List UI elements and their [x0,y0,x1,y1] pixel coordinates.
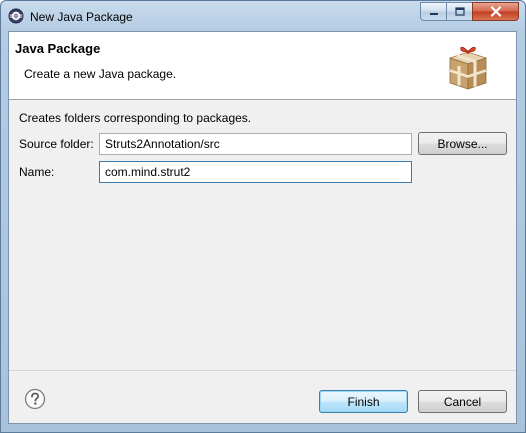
page-description: Creates folders corresponding to package… [19,111,252,125]
dialog-client-area: Java Package Create a new Java package. … [8,31,517,424]
title-bar[interactable]: New Java Package [1,1,525,31]
footer-separator [9,370,516,371]
close-icon [490,6,501,17]
dialog-window: New Java Package Java Package Create a n… [0,0,526,433]
window-title: New Java Package [30,10,133,24]
browse-button[interactable]: Browse... [418,132,507,155]
minimize-button[interactable] [420,2,446,21]
banner-title: Java Package [15,41,101,56]
help-icon[interactable] [24,388,46,410]
banner-description: Create a new Java package. [24,67,177,81]
eclipse-app-icon [8,8,24,24]
cancel-button[interactable]: Cancel [418,390,507,413]
name-label: Name: [19,165,55,179]
source-folder-label: Source folder: [19,137,94,151]
source-folder-input[interactable] [99,133,412,155]
maximize-icon [454,7,465,16]
package-icon [448,46,488,90]
name-input[interactable] [99,161,412,183]
maximize-button[interactable] [446,2,472,21]
wizard-banner: Java Package Create a new Java package. [9,32,516,100]
finish-button[interactable]: Finish [319,390,408,413]
close-button[interactable] [472,2,519,21]
minimize-icon [429,12,438,15]
